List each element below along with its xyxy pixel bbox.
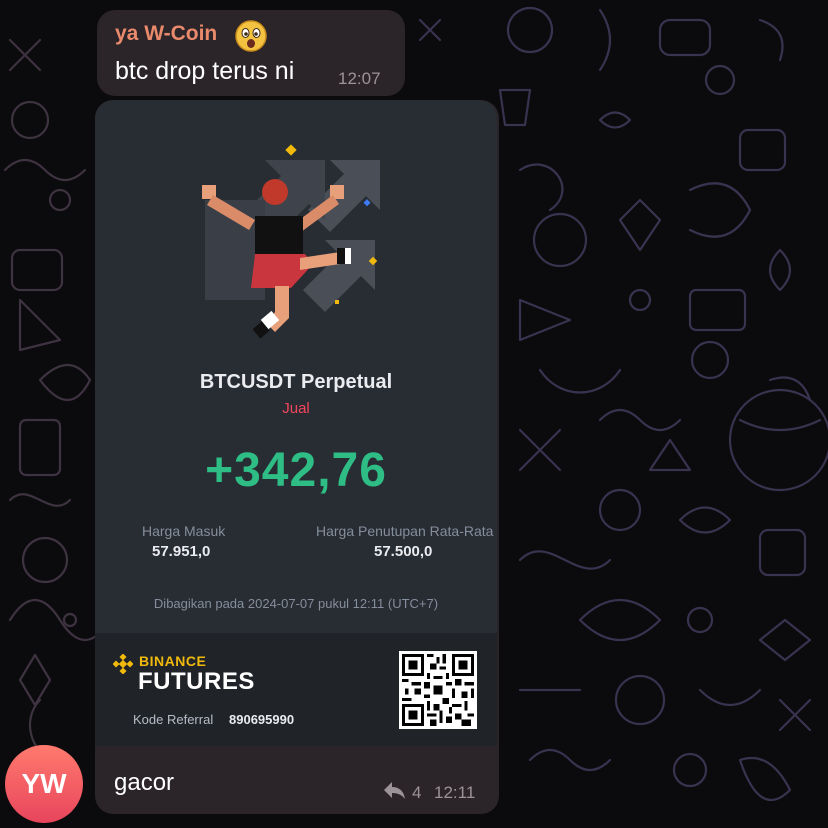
face-with-open-mouth-emoji bbox=[235, 20, 267, 52]
entry-price-value: 57.951,0 bbox=[152, 543, 211, 560]
message-caption: gacor bbox=[114, 769, 175, 796]
sender-name[interactable]: ya W-Coin bbox=[115, 22, 217, 46]
referral-code: 890695990 bbox=[229, 712, 295, 727]
brand-product: FUTURES bbox=[138, 668, 255, 695]
referral-label: Kode Referral bbox=[133, 712, 214, 727]
entry-price-label: Harga Masuk bbox=[142, 523, 226, 539]
trading-pair: BTCUSDT Perpetual bbox=[199, 371, 393, 393]
pnl-share-card[interactable]: BTCUSDT Perpetual Jual +342,76 Harga Mas… bbox=[95, 100, 497, 633]
celebrating-trader-illustration bbox=[202, 144, 380, 339]
avatar[interactable]: YW bbox=[5, 745, 83, 823]
brand-name: BINANCE bbox=[139, 653, 207, 669]
image-message-bubble[interactable]: BTCUSDT Perpetual Jual +342,76 Harga Mas… bbox=[95, 100, 499, 814]
reply-count[interactable]: 4 bbox=[412, 783, 421, 803]
position-side: Jual bbox=[282, 400, 310, 417]
message-time: 12:07 bbox=[338, 69, 381, 88]
binance-futures-logo: BINANCE FUTURES bbox=[113, 651, 273, 695]
close-price-value: 57.500,0 bbox=[374, 543, 433, 560]
shared-timestamp: Dibagikan pada 2024-07-07 pukul 12:11 (U… bbox=[153, 596, 439, 611]
close-price-label: Harga Penutupan Rata-Rata bbox=[316, 523, 494, 539]
qr-code bbox=[399, 651, 477, 729]
message-time: 12:11 bbox=[434, 783, 476, 802]
message-text: btc drop terus ni bbox=[115, 57, 295, 85]
reply-arrow-icon[interactable] bbox=[382, 780, 406, 800]
message-bubble[interactable]: ya W-Coin btc drop terus ni 12:07 bbox=[97, 10, 405, 96]
pnl-value: +342,76 bbox=[205, 444, 387, 497]
binance-diamond-icon bbox=[113, 654, 133, 674]
